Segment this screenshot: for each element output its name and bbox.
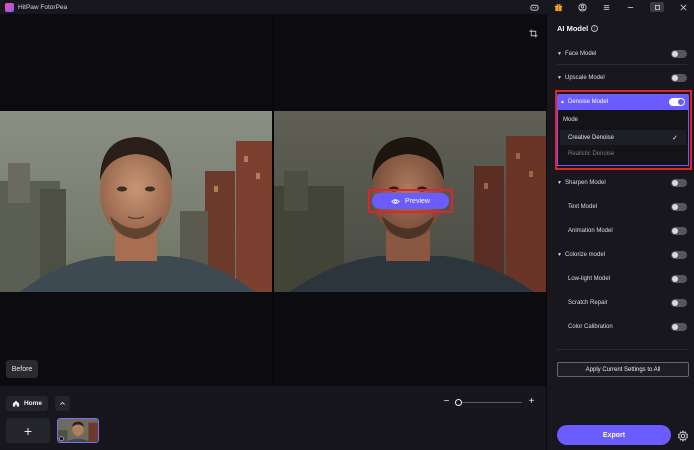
panel-title-text: AI Model [557,24,589,33]
model-row-text[interactable]: Text Model [557,200,687,214]
model-label: Text Model [568,204,598,210]
close-icon[interactable] [679,3,688,12]
preview-label: Preview [405,197,430,205]
text-model-toggle[interactable] [671,203,687,211]
app-logo-icon [5,2,14,12]
mode-label: Mode [563,117,579,123]
divider [557,64,687,65]
collapse-thumbnails-button[interactable] [55,396,70,411]
model-label: Low-light Model [568,276,611,282]
title-bar: HitPaw FotorPea [0,0,694,14]
mode-option-label: Creative Denoise [568,134,615,141]
zoom-slider-track[interactable] [456,402,522,403]
divider [557,349,687,350]
panel-title: AI Model i [557,24,599,33]
model-label: Upscale Model [565,75,605,81]
face-model-toggle[interactable] [671,50,687,58]
menu-icon[interactable] [602,3,611,12]
model-row-denoise[interactable]: ▲ Denoise Model [557,94,689,110]
checkmark-icon: ✓ [672,134,678,142]
model-row-upscale[interactable]: ▼ Upscale Model [557,71,687,85]
discord-icon[interactable] [530,3,539,12]
info-icon[interactable]: i [591,25,599,32]
model-row-animation[interactable]: Animation Model [557,224,687,238]
chevron-up-icon [60,401,65,405]
model-label: Sharpen Model [565,180,606,186]
maximize-icon[interactable] [650,2,664,12]
home-icon [12,400,20,407]
model-row-color-calibration[interactable]: Color Calibration [557,320,687,334]
model-label: Animation Model [568,228,613,234]
eye-icon [391,198,400,204]
color-calibration-toggle[interactable] [671,323,687,331]
caret-down-icon[interactable]: ▼ [557,180,565,186]
upscale-model-toggle[interactable] [671,74,687,82]
gear-icon[interactable] [677,429,689,443]
preview-button[interactable]: Preview [372,193,449,209]
model-row-lowlight[interactable]: Low-light Model [557,272,687,286]
model-label: Color Calibration [568,324,613,330]
before-image [0,111,272,292]
caret-down-icon[interactable]: ▼ [557,252,565,258]
lowlight-model-toggle[interactable] [671,275,687,283]
caret-down-icon[interactable]: ▼ [557,51,565,57]
model-label: Colorize model [565,252,606,258]
model-row-sharpen[interactable]: ▼ Sharpen Model [557,176,687,190]
scratch-repair-toggle[interactable] [671,299,687,307]
add-image-button[interactable]: + [6,418,50,443]
mode-option-creative[interactable]: Creative Denoise ✓ [560,130,686,145]
mode-option-realistic[interactable]: Realistic Denoise [560,146,686,161]
model-label: Face Model [565,51,597,57]
before-label: Before [6,360,38,378]
model-row-colorize[interactable]: ▼ Colorize model [557,248,687,262]
account-icon[interactable] [578,2,587,12]
apply-all-button[interactable]: Apply Current Settings to All [557,362,689,377]
home-label: Home [23,400,43,407]
animation-model-toggle[interactable] [671,227,687,235]
denoise-model-toggle[interactable] [669,98,685,106]
model-row-face[interactable]: ▼ Face Model [557,47,687,61]
sharpen-model-toggle[interactable] [671,179,687,187]
app-title: HitPaw FotorPea [18,3,68,11]
mode-option-label: Realistic Denoise [568,150,615,157]
gift-icon[interactable] [554,3,563,12]
zoom-slider-handle[interactable] [455,399,462,406]
model-label: Scratch Repair [568,300,608,306]
colorize-model-toggle[interactable] [671,251,687,259]
preview-highlight-frame: Preview [368,189,453,213]
model-label: Denoise Model [568,99,609,105]
minimize-icon[interactable] [626,3,635,12]
zoom-in-button[interactable]: + [527,397,536,407]
caret-up-icon[interactable]: ▲ [560,99,568,105]
caret-down-icon[interactable]: ▼ [557,75,565,81]
model-row-scratch[interactable]: Scratch Repair [557,296,687,310]
image-thumbnail[interactable] [57,418,99,443]
home-button[interactable]: Home [6,396,48,411]
export-button[interactable]: Export [557,425,671,445]
crop-icon[interactable] [529,25,538,38]
zoom-out-button[interactable]: − [442,397,451,407]
